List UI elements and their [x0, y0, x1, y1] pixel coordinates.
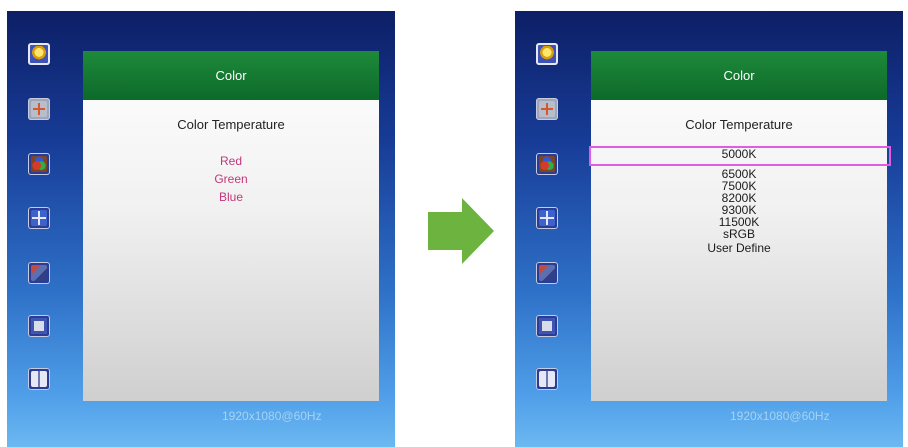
resolution-status: 1920x1080@60Hz: [222, 409, 322, 423]
brightness-icon[interactable]: [536, 43, 558, 65]
audio-icon[interactable]: [28, 262, 50, 284]
color-temperature-label: Color Temperature: [685, 117, 793, 132]
color-icon[interactable]: [28, 153, 50, 175]
selection-highlight: [589, 146, 891, 166]
osd-window-left: Color Color Temperature Red Green Blue 1…: [7, 11, 395, 447]
arrow-right-icon: [428, 198, 494, 264]
color-temperature-label[interactable]: Color Temperature: [83, 117, 379, 132]
option-user-define[interactable]: User Define: [591, 242, 887, 254]
position-icon[interactable]: [28, 98, 50, 120]
position-icon[interactable]: [536, 98, 558, 120]
osd-setup-icon[interactable]: [28, 315, 50, 337]
color-panel: Color Color Temperature Red Green Blue: [83, 51, 379, 401]
menu-item-red[interactable]: Red: [83, 152, 379, 170]
rgb-list: Red Green Blue: [83, 152, 379, 206]
color-panel: Color Color Temperature 5000K 6500K 7500…: [589, 51, 891, 401]
color-icon[interactable]: [536, 153, 558, 175]
menu-item-green[interactable]: Green: [83, 170, 379, 188]
image-adjust-icon[interactable]: [536, 207, 558, 229]
osd-setup-icon[interactable]: [536, 315, 558, 337]
image-adjust-icon[interactable]: [28, 207, 50, 229]
osd-window-right: Color Color Temperature 5000K 6500K 7500…: [515, 11, 903, 447]
audio-icon[interactable]: [536, 262, 558, 284]
color-temperature-list: 5000K 6500K 7500K 8200K 9300K 11500K sRG…: [589, 146, 891, 254]
brightness-icon[interactable]: [28, 43, 50, 65]
resolution-status: 1920x1080@60Hz: [730, 409, 830, 423]
misc-icon[interactable]: [536, 368, 558, 390]
menu-item-blue[interactable]: Blue: [83, 188, 379, 206]
misc-icon[interactable]: [28, 368, 50, 390]
option-srgb[interactable]: sRGB: [591, 228, 887, 240]
panel-title: Color: [83, 51, 379, 100]
panel-title: Color: [591, 51, 887, 100]
